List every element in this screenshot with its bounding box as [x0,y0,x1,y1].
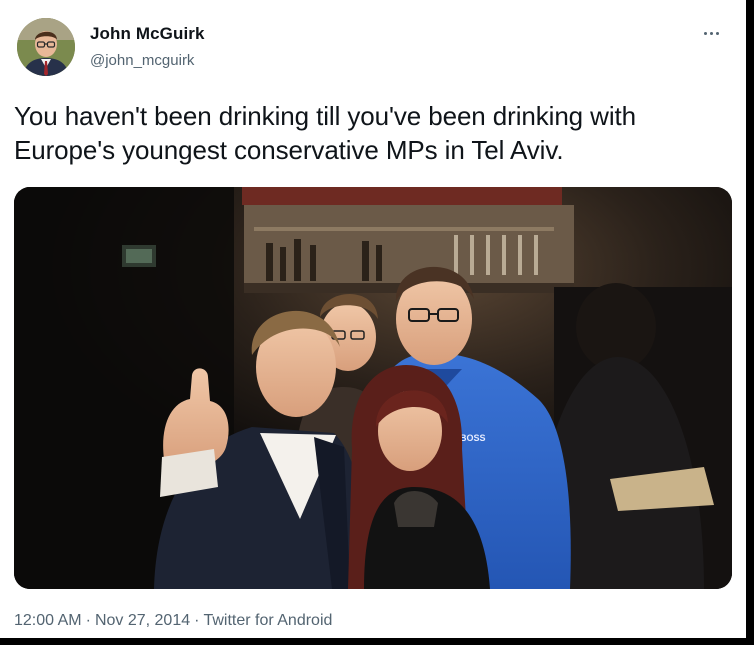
avatar[interactable] [17,18,75,76]
separator: · [194,612,200,629]
separator: · [85,612,91,629]
tweet-time[interactable]: 12:00 AM [14,612,82,629]
more-options-button[interactable] [696,22,726,44]
more-icon [703,31,707,35]
more-icon-dot [715,31,719,35]
tweet-date[interactable]: Nov 27, 2014 [95,612,190,629]
user-handle[interactable]: @john_mcguirk [90,52,194,69]
display-name[interactable]: John McGuirk [90,24,205,44]
tweet-text: You haven't been drinking till you've be… [14,101,637,165]
more-icon-dot [709,31,713,35]
tweet-photo[interactable]: BOSS [14,187,732,589]
tweet-source[interactable]: Twitter for Android [203,612,332,629]
tweet-metadata: 12:00 AM · Nov 27, 2014 · Twitter for Androi… [14,612,332,630]
shirt-logo: BOSS [460,433,486,443]
tweet-card: John McGuirk @john_mcguirk You haven't b… [0,0,746,638]
